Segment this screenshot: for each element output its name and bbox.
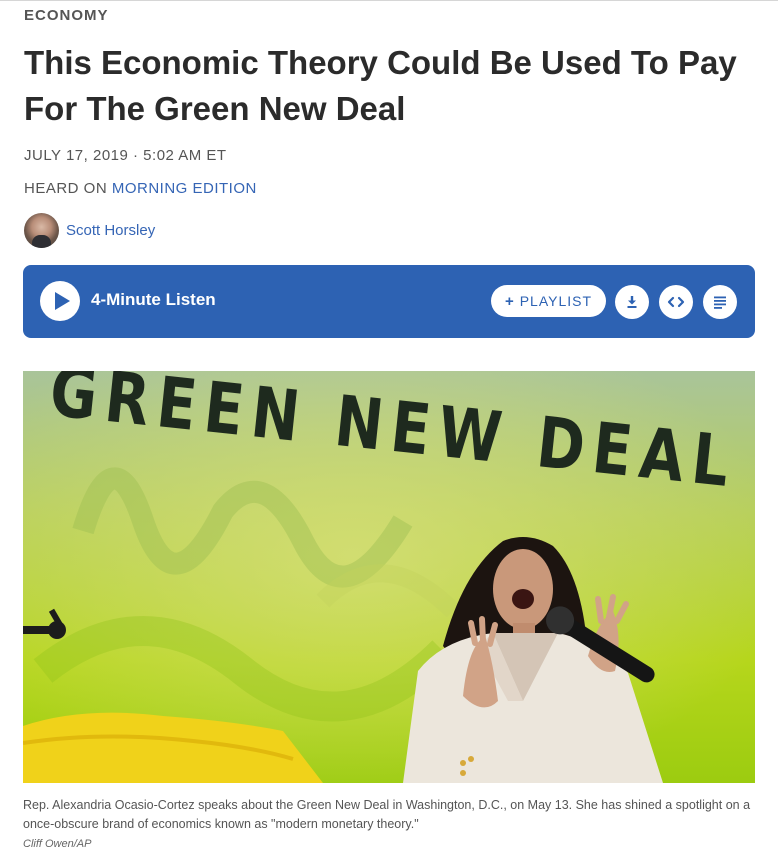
heard-on-prefix: HEARD ON — [24, 180, 112, 197]
avatar[interactable] — [24, 212, 59, 248]
embed-icon — [667, 296, 685, 308]
embed-button[interactable] — [659, 285, 693, 319]
audio-player: 4-Minute Listen + PLAYLIST — [23, 265, 755, 338]
transcript-icon — [714, 296, 726, 309]
page-title: This Economic Theory Could Be Used To Pa… — [24, 44, 737, 127]
dateline: JULY 17, 2019 · 5:02 AM ET — [24, 147, 227, 164]
download-icon — [627, 296, 637, 308]
download-button[interactable] — [615, 285, 649, 319]
lead-photo-image: GREEN NEW DEAL — [23, 371, 755, 783]
author-link[interactable]: Scott Horsley — [66, 222, 155, 239]
section-label[interactable]: ECONOMY — [24, 7, 109, 24]
play-button[interactable] — [40, 281, 80, 321]
heard-on: HEARD ON MORNING EDITION — [24, 180, 257, 197]
playlist-label: PLAYLIST — [519, 293, 593, 309]
byline: Scott Horsley — [24, 212, 155, 248]
program-link[interactable]: MORNING EDITION — [112, 180, 257, 197]
transcript-button[interactable] — [703, 285, 737, 319]
add-to-playlist-button[interactable]: + PLAYLIST — [491, 285, 606, 317]
listen-duration: 4-Minute Listen — [91, 290, 216, 309]
photo-credit: Cliff Owen/AP — [23, 838, 92, 850]
lead-photo[interactable]: GREEN NEW DEAL — [23, 371, 755, 783]
top-rule — [0, 0, 778, 4]
plus-icon: + — [504, 292, 515, 310]
photo-caption: Rep. Alexandria Ocasio-Cortez speaks abo… — [23, 798, 751, 831]
